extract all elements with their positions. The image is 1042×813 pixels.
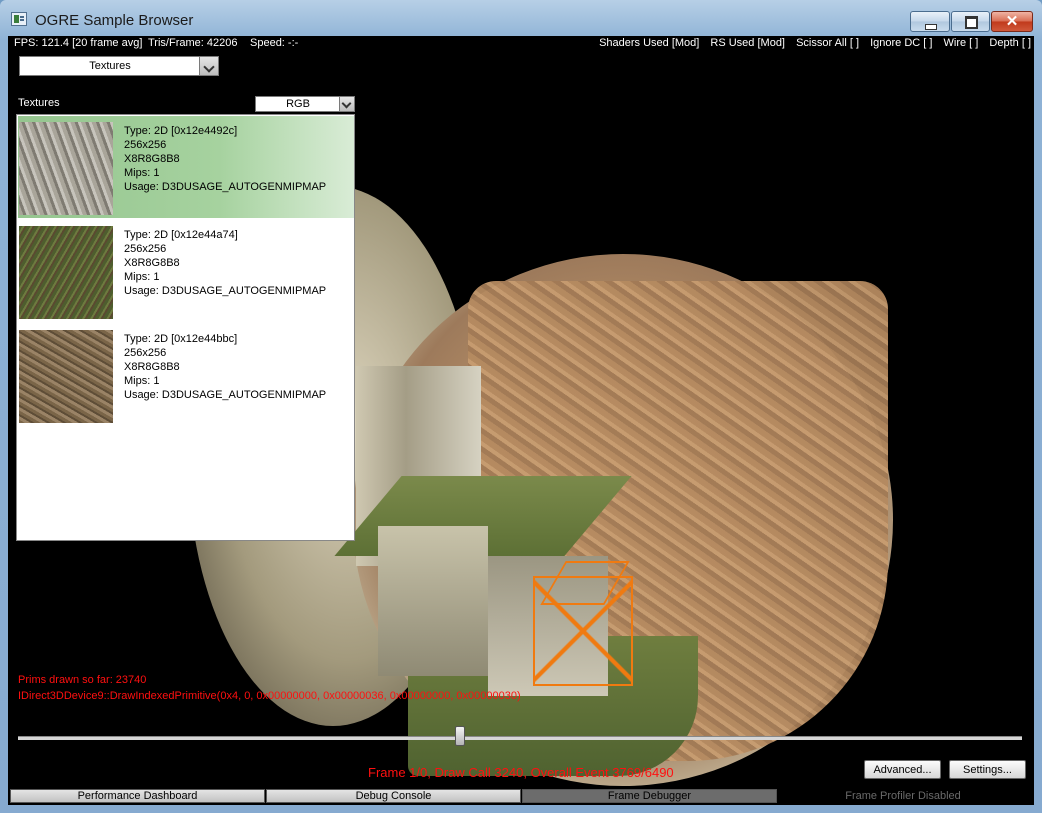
textures-label: Textures — [18, 97, 60, 109]
wireframe-mesh — [533, 576, 633, 686]
texture-usage: Usage: D3DUSAGE_AUTOGENMIPMAP — [124, 181, 327, 193]
texture-usage: Usage: D3DUSAGE_AUTOGENMIPMAP — [124, 285, 327, 297]
close-button[interactable]: ✕ — [991, 11, 1033, 32]
app-window: OGRE Sample Browser ✕ FPS: 121.4 [20 fra… — [0, 0, 1042, 813]
chevron-down-icon[interactable] — [199, 57, 218, 75]
title-bar[interactable]: OGRE Sample Browser ✕ — [0, 0, 1042, 36]
texture-thumbnail — [19, 122, 113, 215]
texture-size: 256x256 — [124, 347, 167, 359]
texture-type: Type: 2D [0x12e4492c] — [124, 125, 238, 137]
texture-mips: Mips: 1 — [124, 375, 160, 387]
texture-item[interactable]: Type: 2D [0x12e44bbc] 256x256 X8R8G8B8 M… — [18, 324, 354, 426]
texture-mips: Mips: 1 — [124, 167, 160, 179]
close-icon: ✕ — [1005, 13, 1019, 30]
texture-list[interactable]: Type: 2D [0x12e4492c] 256x256 X8R8G8B8 M… — [16, 114, 355, 541]
flag-scissor[interactable]: Scissor All [ ] — [796, 37, 859, 49]
texture-info: Type: 2D [0x12e4492c] 256x256 X8R8G8B8 M… — [124, 124, 326, 194]
flag-wire[interactable]: Wire [ ] — [944, 37, 979, 49]
frame-status: Frame 1/0, Draw Call 3240, Overall Event… — [368, 765, 674, 780]
window-title: OGRE Sample Browser — [35, 12, 194, 29]
flag-depth[interactable]: Depth [ ] — [989, 37, 1031, 49]
prims-drawn: Prims drawn so far: 23740 — [18, 674, 147, 686]
frame-profiler-status: Frame Profiler Disabled — [845, 790, 961, 802]
texture-thumbnail — [19, 226, 113, 319]
maximize-button[interactable] — [951, 11, 990, 32]
minimize-button[interactable] — [910, 11, 950, 32]
tab-performance-dashboard[interactable]: Performance Dashboard — [10, 789, 265, 803]
texture-format: X8R8G8B8 — [124, 257, 180, 269]
texture-format: X8R8G8B8 — [124, 153, 180, 165]
settings-button[interactable]: Settings... — [949, 760, 1026, 779]
view-select[interactable]: Textures — [19, 56, 219, 76]
texture-type: Type: 2D [0x12e44bbc] — [124, 333, 238, 345]
current-draw-call: IDirect3DDevice9::DrawIndexedPrimitive(0… — [18, 690, 521, 702]
tab-frame-debugger[interactable]: Frame Debugger — [522, 789, 777, 803]
cube-front-face — [378, 526, 488, 676]
texture-usage: Usage: D3DUSAGE_AUTOGENMIPMAP — [124, 389, 327, 401]
timeline-slider[interactable] — [18, 736, 1022, 740]
flag-shaders[interactable]: Shaders Used [Mod] — [599, 37, 699, 49]
channel-select[interactable]: RGB — [255, 96, 355, 112]
advanced-button[interactable]: Advanced... — [864, 760, 941, 779]
tab-debug-console[interactable]: Debug Console — [266, 789, 521, 803]
app-icon — [11, 12, 27, 26]
texture-info: Type: 2D [0x12e44bbc] 256x256 X8R8G8B8 M… — [124, 332, 326, 402]
timeline-slider-thumb[interactable] — [455, 726, 465, 746]
texture-size: 256x256 — [124, 139, 167, 151]
flag-ignore-dc[interactable]: Ignore DC [ ] — [870, 37, 932, 49]
render-flags: Shaders Used [Mod] RS Used [Mod] Scissor… — [591, 37, 1031, 49]
texture-thumbnail — [19, 330, 113, 423]
texture-type: Type: 2D [0x12e44a74] — [124, 229, 238, 241]
view-select-value: Textures — [89, 60, 131, 72]
texture-format: X8R8G8B8 — [124, 361, 180, 373]
texture-mips: Mips: 1 — [124, 271, 160, 283]
texture-item[interactable]: Type: 2D [0x12e4492c] 256x256 X8R8G8B8 M… — [18, 116, 354, 218]
channel-select-value: RGB — [286, 98, 310, 110]
speed-readout: Speed: -:- — [250, 37, 299, 49]
texture-size: 256x256 — [124, 243, 167, 255]
fps-readout: FPS: 121.4 [20 frame avg] — [14, 37, 143, 49]
render-viewport[interactable]: FPS: 121.4 [20 frame avg] Tris/Frame: 42… — [8, 36, 1034, 805]
chevron-down-icon[interactable] — [339, 97, 354, 111]
texture-item[interactable]: Type: 2D [0x12e44a74] 256x256 X8R8G8B8 M… — [18, 220, 354, 322]
texture-info: Type: 2D [0x12e44a74] 256x256 X8R8G8B8 M… — [124, 228, 326, 298]
flag-rs[interactable]: RS Used [Mod] — [710, 37, 785, 49]
tris-readout: Tris/Frame: 42206 — [148, 37, 238, 49]
